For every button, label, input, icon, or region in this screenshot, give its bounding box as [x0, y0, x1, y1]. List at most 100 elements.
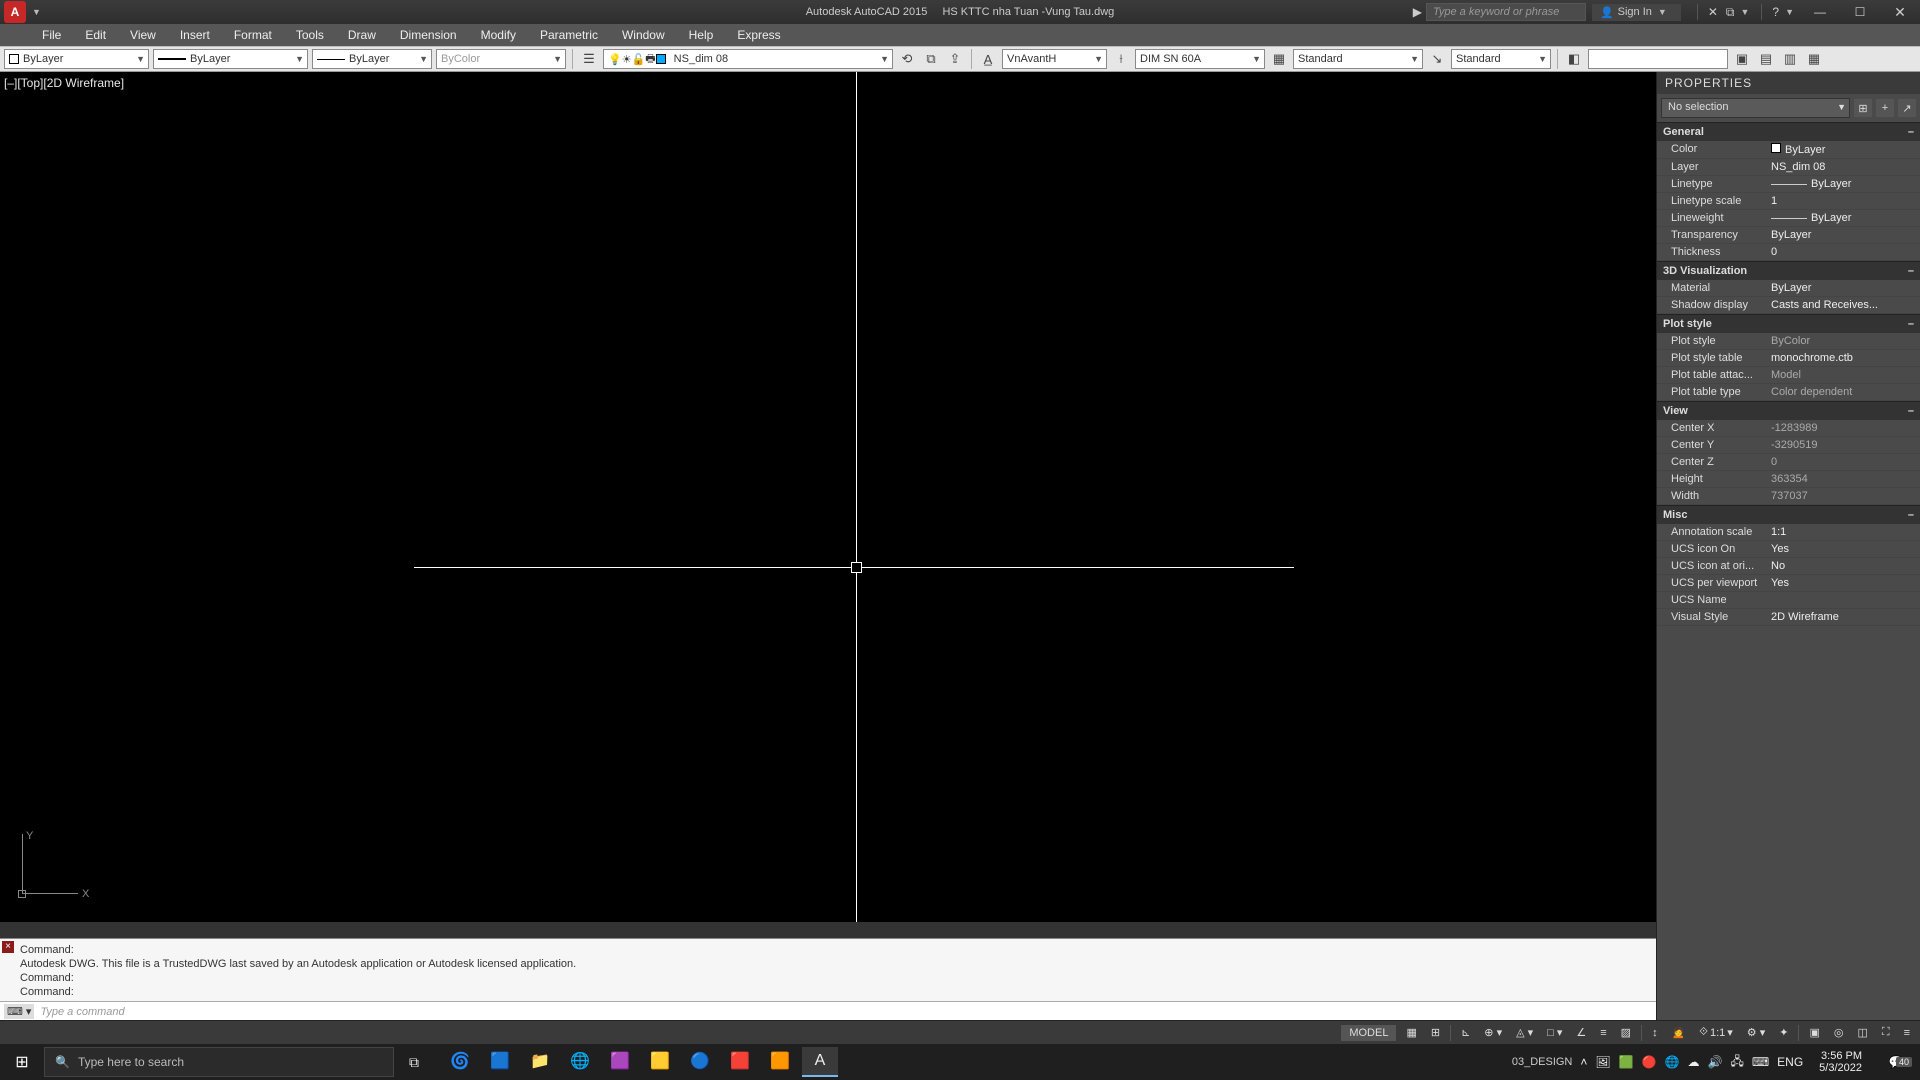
- prop-row[interactable]: Thickness0: [1657, 244, 1920, 261]
- selection-cycling-icon[interactable]: ↕: [1648, 1025, 1662, 1041]
- tray-icon[interactable]: 🌐: [1665, 1055, 1680, 1069]
- viewport-label[interactable]: [–][Top][2D Wireframe]: [4, 76, 124, 90]
- isodraft-icon[interactable]: ◬ ▾: [1512, 1024, 1537, 1041]
- chevron-down-icon[interactable]: ▼: [1785, 7, 1794, 17]
- anno-scale[interactable]: ⟐ 1:1 ▾: [1695, 1024, 1737, 1041]
- menu-view[interactable]: View: [118, 25, 168, 45]
- prop-row[interactable]: LayerNS_dim 08: [1657, 159, 1920, 176]
- command-history[interactable]: Command:Autodesk DWG. This file is a Tru…: [0, 939, 1656, 1001]
- prop-row[interactable]: Visual Style2D Wireframe: [1657, 609, 1920, 626]
- taskbar-app[interactable]: 🟪: [602, 1047, 638, 1077]
- annotation-icon[interactable]: 🙍: [1668, 1024, 1690, 1041]
- ortho-icon[interactable]: ⊾: [1457, 1024, 1474, 1041]
- menu-window[interactable]: Window: [610, 25, 677, 45]
- cleanscreen-icon[interactable]: ⛶: [1878, 1024, 1894, 1041]
- tray-icon[interactable]: 🟩: [1619, 1055, 1634, 1069]
- help-search-input[interactable]: Type a keyword or phrase: [1426, 3, 1586, 21]
- tray-icon[interactable]: 🔴: [1642, 1055, 1657, 1069]
- menu-express[interactable]: Express: [725, 25, 792, 45]
- quickselect-icon[interactable]: ⊞: [1854, 99, 1872, 117]
- toolbar-search-input[interactable]: [1588, 49, 1728, 69]
- textstyle-combo[interactable]: VnAvantH▼: [1002, 49, 1107, 69]
- prop-row[interactable]: MaterialByLayer: [1657, 280, 1920, 297]
- prop-row[interactable]: Shadow displayCasts and Receives...: [1657, 297, 1920, 314]
- tray-cloud-icon[interactable]: ☁: [1687, 1055, 1699, 1069]
- design-indicator[interactable]: 03_DESIGN: [1512, 1056, 1573, 1068]
- prop-row[interactable]: UCS per viewportYes: [1657, 575, 1920, 592]
- prop-row[interactable]: LineweightByLayer: [1657, 210, 1920, 227]
- action-center-icon[interactable]: 💬40: [1878, 1055, 1914, 1069]
- task-view-icon[interactable]: ⧉: [394, 1054, 434, 1071]
- prop-row[interactable]: Center Y-3290519: [1657, 437, 1920, 454]
- taskbar-notes[interactable]: 🟨: [642, 1047, 678, 1077]
- textstyle-icon[interactable]: A̲: [978, 49, 998, 69]
- qp-icon[interactable]: ▣: [1805, 1024, 1823, 1041]
- prop-row[interactable]: UCS icon OnYes: [1657, 541, 1920, 558]
- tray-lang[interactable]: ENG: [1777, 1055, 1803, 1069]
- tray-chevron-icon[interactable]: ˄: [1580, 1055, 1587, 1069]
- selection-combo[interactable]: No selection▼: [1661, 98, 1850, 118]
- menu-parametric[interactable]: Parametric: [528, 25, 610, 45]
- tb-icon-a[interactable]: ▣: [1732, 49, 1752, 69]
- tablestyle-combo[interactable]: Standard▼: [1293, 49, 1423, 69]
- ucs-icon[interactable]: Y X: [18, 834, 88, 904]
- start-button[interactable]: ⊞: [0, 1044, 44, 1080]
- taskbar-app[interactable]: 🟥: [722, 1047, 758, 1077]
- help-icon[interactable]: ?: [1768, 5, 1783, 19]
- exchange-icon[interactable]: ✕: [1704, 5, 1722, 19]
- layer-combo[interactable]: 💡 ☀ 🔓 🖶 NS_dim 08 ▼: [603, 49, 893, 69]
- customize-icon[interactable]: ≡: [1900, 1025, 1914, 1041]
- prop-row[interactable]: Annotation scale1:1: [1657, 524, 1920, 541]
- layer-state-icon[interactable]: ⧉: [921, 49, 941, 69]
- prop-row[interactable]: TransparencyByLayer: [1657, 227, 1920, 244]
- menu-modify[interactable]: Modify: [469, 25, 528, 45]
- color-combo[interactable]: ByLayer▼: [4, 49, 149, 69]
- polar-icon[interactable]: ⊕ ▾: [1480, 1024, 1506, 1041]
- prop-row[interactable]: LinetypeByLayer: [1657, 176, 1920, 193]
- prop-row[interactable]: Linetype scale1: [1657, 193, 1920, 210]
- taskbar-autocad[interactable]: A: [802, 1047, 838, 1077]
- grid-icon[interactable]: ▦: [1402, 1024, 1420, 1041]
- a360-icon[interactable]: ⧉: [1722, 5, 1739, 20]
- hw-accel-icon[interactable]: ◎: [1830, 1024, 1848, 1041]
- tray-network-icon[interactable]: 🖧: [1730, 1052, 1743, 1073]
- transparency-icon[interactable]: ▨: [1617, 1024, 1635, 1041]
- layer-iso-icon[interactable]: ⇪: [945, 49, 965, 69]
- layer-manager-icon[interactable]: ☰: [579, 49, 599, 69]
- properties-header[interactable]: PROPERTIES: [1657, 72, 1920, 94]
- selectobjects-icon[interactable]: ↗: [1898, 99, 1916, 117]
- snap-icon[interactable]: ⊞: [1427, 1024, 1444, 1041]
- osnap-icon[interactable]: □ ▾: [1543, 1024, 1566, 1041]
- prop-row[interactable]: Plot table attac...Model: [1657, 367, 1920, 384]
- prop-row[interactable]: Plot style tablemonochrome.ctb: [1657, 350, 1920, 367]
- signin-button[interactable]: 👤 Sign In ▼: [1592, 4, 1681, 21]
- prop-row[interactable]: UCS icon at ori...No: [1657, 558, 1920, 575]
- prop-row[interactable]: Center X-1283989: [1657, 420, 1920, 437]
- plotcolor-combo[interactable]: ByColor▼: [436, 49, 566, 69]
- tray-icon[interactable]: 🖼: [1595, 1055, 1610, 1069]
- linetype-combo[interactable]: ByLayer▼: [153, 49, 308, 69]
- prop-row[interactable]: ColorByLayer: [1657, 141, 1920, 159]
- prop-row[interactable]: Height363354: [1657, 471, 1920, 488]
- layer-previous-icon[interactable]: ⟲: [897, 49, 917, 69]
- prop-section-header[interactable]: Misc–: [1657, 505, 1920, 524]
- isolate-icon[interactable]: ◫: [1853, 1024, 1871, 1041]
- menu-draw[interactable]: Draw: [336, 25, 388, 45]
- taskbar-app[interactable]: 🔵: [682, 1047, 718, 1077]
- menu-file[interactable]: File: [30, 25, 73, 45]
- dimstyle-icon[interactable]: ⟊: [1111, 49, 1131, 69]
- tb-icon-b[interactable]: ▤: [1756, 49, 1776, 69]
- model-viewport[interactable]: [–][Top][2D Wireframe] Y X: [0, 72, 1656, 922]
- taskbar-chrome[interactable]: 🌐: [562, 1047, 598, 1077]
- menu-help[interactable]: Help: [677, 25, 726, 45]
- menu-edit[interactable]: Edit: [73, 25, 118, 45]
- prop-section-header[interactable]: Plot style–: [1657, 314, 1920, 333]
- tablestyle-icon[interactable]: ▦: [1269, 49, 1289, 69]
- menu-format[interactable]: Format: [222, 25, 284, 45]
- mleaderstyle-icon[interactable]: ↘: [1427, 49, 1447, 69]
- qat-dropdown-icon[interactable]: ▼: [32, 7, 41, 17]
- wcs-icon[interactable]: ✦: [1775, 1024, 1792, 1041]
- taskbar-app[interactable]: 🟦: [482, 1047, 518, 1077]
- pickadd-icon[interactable]: +: [1876, 99, 1894, 117]
- prop-row[interactable]: Width737037: [1657, 488, 1920, 505]
